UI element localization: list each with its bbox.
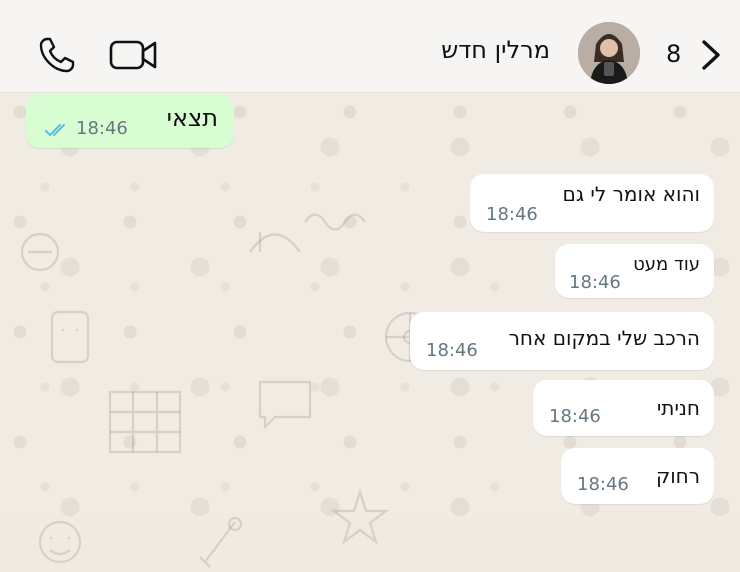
- doodle-icon: [108, 390, 182, 454]
- incoming-message[interactable]: חניתי 18:46: [533, 380, 714, 436]
- doodle-icon: [20, 232, 60, 272]
- message-text: והוא אומר לי גם: [562, 182, 700, 206]
- avatar[interactable]: [578, 22, 640, 84]
- doodle-icon: [258, 380, 312, 430]
- message-time: 18:46: [569, 272, 621, 293]
- phone-icon[interactable]: [38, 36, 76, 74]
- outgoing-message[interactable]: תצאי 18:46: [26, 94, 234, 148]
- message-text: עוד מעט: [633, 254, 700, 275]
- incoming-message[interactable]: והוא אומר לי גם 18:46: [470, 174, 714, 232]
- doodle-icon: [330, 488, 390, 545]
- chat-header: מרלין חדש 8: [0, 0, 740, 93]
- incoming-message[interactable]: הרכב שלי במקום אחר 18:46: [410, 312, 714, 370]
- doodle-icon: [199, 516, 243, 568]
- message-time: 18:46: [577, 474, 629, 495]
- incoming-message[interactable]: רחוק 18:46: [561, 448, 714, 504]
- doodle-icon: [50, 310, 90, 364]
- message-text: הרכב שלי במקום אחר: [508, 326, 700, 350]
- read-receipt-icon: [45, 124, 65, 137]
- message-time: 18:46: [486, 204, 538, 225]
- message-time: 18:46: [549, 406, 601, 427]
- doodle-icon: [304, 213, 366, 231]
- message-text: רחוק: [656, 464, 700, 488]
- message-text: חניתי: [656, 396, 700, 420]
- chevron-right-icon[interactable]: [698, 38, 724, 72]
- incoming-message[interactable]: עוד מעט 18:46: [555, 244, 714, 298]
- contact-name[interactable]: מרלין חדש: [441, 36, 550, 64]
- message-text: תצאי: [166, 104, 218, 132]
- doodle-icon: [38, 520, 82, 564]
- unread-count[interactable]: 8: [666, 40, 681, 68]
- message-time: 18:46: [76, 118, 128, 139]
- video-camera-icon[interactable]: [108, 36, 158, 74]
- avatar-image: [578, 22, 640, 84]
- message-time: 18:46: [426, 340, 478, 361]
